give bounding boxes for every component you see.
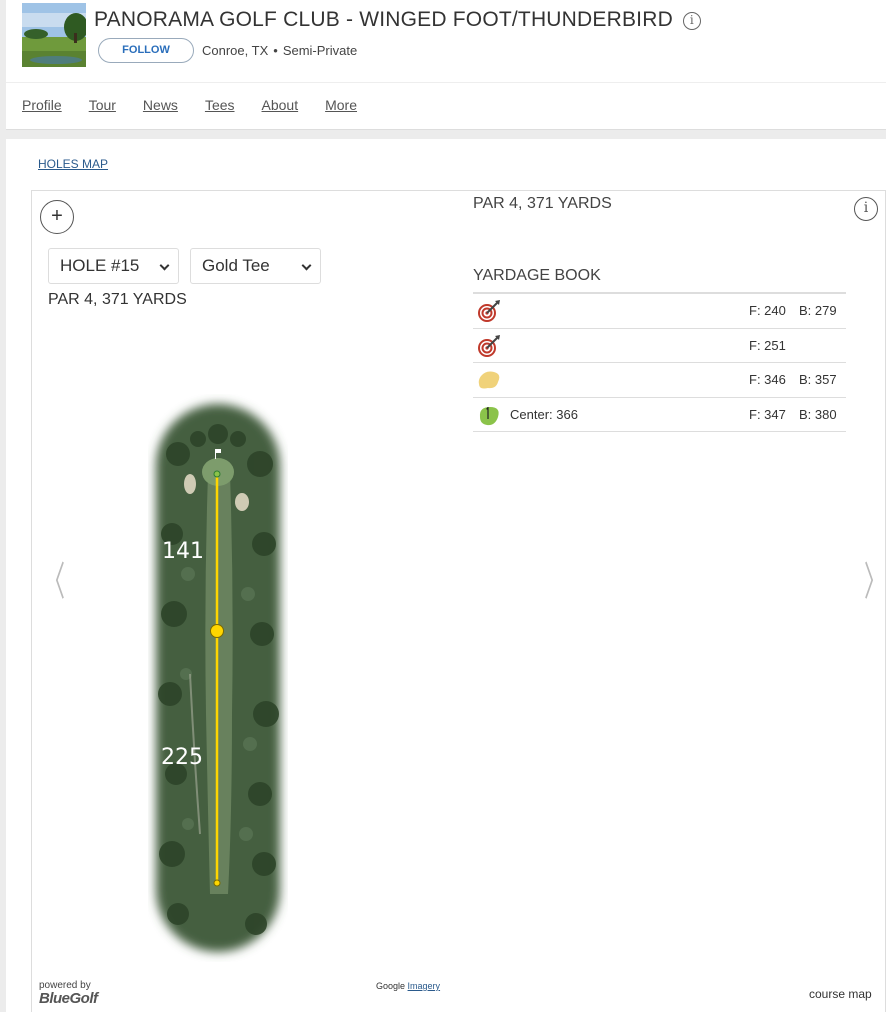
- follow-button[interactable]: FOLLOW: [98, 38, 194, 63]
- page-title: PANORAMA GOLF CLUB - WINGED FOOT/THUNDER…: [94, 8, 701, 32]
- front-distance: F: 347: [749, 406, 786, 422]
- previous-hole-arrow[interactable]: 〈: [43, 549, 65, 607]
- table-row: F: 251: [473, 329, 846, 363]
- yardage-header: PAR 4, 371 YARDS: [473, 195, 612, 212]
- tee-select[interactable]: Gold Tee: [190, 248, 321, 284]
- next-hole-arrow[interactable]: 〉: [864, 549, 886, 607]
- google-attribution: Google Imagery: [376, 981, 440, 991]
- yardage-book-title: YARDAGE BOOK: [473, 267, 601, 284]
- hole-map[interactable]: 141 225: [148, 394, 288, 962]
- zoom-in-button[interactable]: +: [40, 200, 74, 234]
- club-nav: Profile Tour News Tees About More: [22, 97, 384, 113]
- divider: [6, 82, 886, 83]
- distance-label-lower: 225: [161, 745, 203, 770]
- imagery-link[interactable]: Imagery: [408, 981, 441, 991]
- back-distance: B: 357: [799, 372, 837, 387]
- yardage-table: F: 240 B: 279 F: 251 F: 346 B: 357 Cente…: [473, 292, 846, 432]
- club-location: Conroe, TX: [202, 43, 269, 58]
- club-thumbnail[interactable]: [22, 3, 86, 67]
- row-label: Center: 366: [510, 406, 578, 422]
- green-flag-icon: [479, 406, 499, 425]
- brand-text: BlueGolf: [39, 990, 98, 1007]
- separator-dot: •: [273, 43, 278, 58]
- google-text: Google: [376, 981, 406, 991]
- course-map-link[interactable]: course map: [809, 987, 872, 1001]
- table-row: F: 240 B: 279: [473, 294, 846, 329]
- table-row: Center: 366 F: 347 B: 380: [473, 398, 846, 432]
- chevron-down-icon: [159, 260, 170, 271]
- info-icon[interactable]: i: [854, 197, 878, 221]
- hole-select[interactable]: HOLE #15: [48, 248, 179, 284]
- bluegolf-logo[interactable]: powered by BlueGolf: [39, 981, 98, 1007]
- nav-tees[interactable]: Tees: [205, 97, 235, 113]
- back-distance: B: 380: [799, 406, 837, 422]
- nav-tour[interactable]: Tour: [89, 97, 116, 113]
- nav-profile[interactable]: Profile: [22, 97, 62, 113]
- target-icon: [478, 334, 500, 357]
- distance-label-upper: 141: [162, 539, 204, 564]
- bunker-icon: [478, 371, 500, 389]
- nav-news[interactable]: News: [143, 97, 178, 113]
- nav-more[interactable]: More: [325, 97, 357, 113]
- info-icon[interactable]: i: [682, 12, 701, 30]
- club-title-text: PANORAMA GOLF CLUB - WINGED FOOT/THUNDER…: [94, 8, 673, 31]
- back-distance: B: 279: [799, 303, 837, 318]
- front-distance: F: 251: [749, 337, 786, 353]
- main-content: HOLES MAP + HOLE #15 Gold Tee PAR 4, 371…: [6, 139, 886, 1012]
- hole-select-value: HOLE #15: [60, 256, 140, 275]
- chevron-down-icon: [301, 260, 312, 271]
- hole-par-yards: PAR 4, 371 YARDS: [48, 291, 187, 308]
- table-row: F: 346 B: 357: [473, 363, 846, 398]
- holes-map-link[interactable]: HOLES MAP: [38, 157, 108, 171]
- tee-select-value: Gold Tee: [202, 256, 270, 275]
- club-header: PANORAMA GOLF CLUB - WINGED FOOT/THUNDER…: [6, 0, 886, 130]
- front-distance: F: 346: [749, 372, 786, 387]
- club-type: Semi-Private: [282, 43, 358, 58]
- hole-panel: + HOLE #15 Gold Tee PAR 4, 371 YARDS 〈 〉: [31, 190, 886, 1012]
- club-meta: Conroe, TX • Semi-Private: [202, 43, 357, 58]
- nav-about[interactable]: About: [262, 97, 299, 113]
- front-distance: F: 240: [749, 303, 786, 318]
- target-icon: [478, 300, 500, 322]
